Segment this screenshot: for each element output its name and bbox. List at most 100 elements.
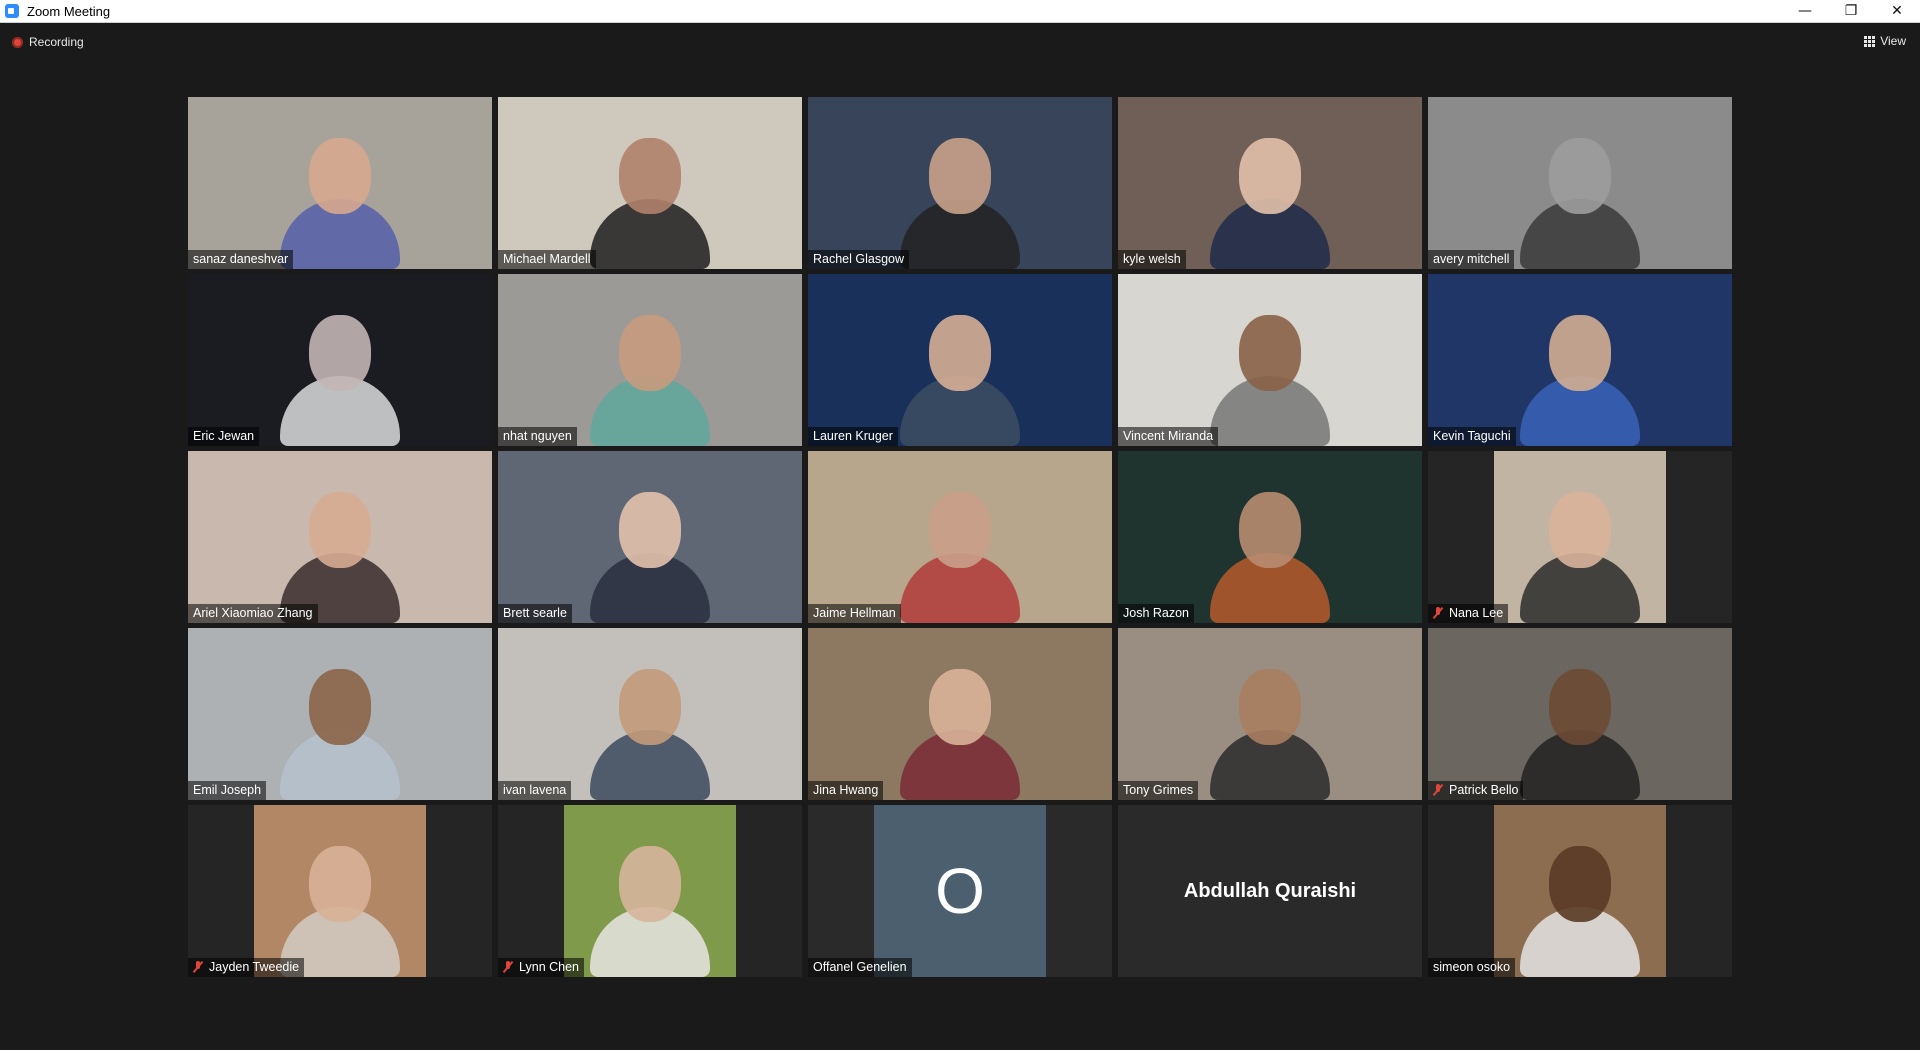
participant-video bbox=[498, 97, 802, 269]
participant-name-label: Emil Joseph bbox=[188, 781, 267, 800]
participant-video bbox=[1118, 274, 1422, 446]
participant-tile[interactable]: nhat nguyen bbox=[498, 274, 802, 446]
participant-video bbox=[254, 805, 426, 977]
view-label: View bbox=[1880, 34, 1906, 48]
participant-head bbox=[929, 669, 991, 745]
participant-name-label: Jayden Tweedie bbox=[188, 958, 305, 977]
participant-tile[interactable]: ivan lavena bbox=[498, 628, 802, 800]
participant-name: Eric Jewan bbox=[193, 429, 255, 443]
participant-name-label: Josh Razon bbox=[1118, 604, 1195, 623]
participant-name: avery mitchell bbox=[1433, 252, 1510, 266]
participant-name: Jina Hwang bbox=[813, 783, 879, 797]
restore-button[interactable]: ❐ bbox=[1828, 0, 1874, 22]
participant-tile[interactable]: Josh Razon bbox=[1118, 451, 1422, 623]
participant-tile[interactable]: Brett searle bbox=[498, 451, 802, 623]
participant-tile[interactable]: Kevin Taguchi bbox=[1428, 274, 1732, 446]
gallery-view: sanaz daneshvar Michael Mardell Rachel Gla… bbox=[188, 97, 1732, 978]
participant-tile[interactable]: avery mitchell bbox=[1428, 97, 1732, 269]
participant-name-label: Tony Grimes bbox=[1118, 781, 1199, 800]
participant-head bbox=[1239, 492, 1301, 568]
participant-video bbox=[1428, 274, 1732, 446]
participant-video bbox=[188, 274, 492, 446]
participant-video bbox=[808, 97, 1112, 269]
mic-muted-icon bbox=[193, 961, 203, 973]
participant-head bbox=[309, 315, 371, 391]
participant-tile[interactable]: O Offanel Genelien bbox=[808, 805, 1112, 977]
avatar-letter: O bbox=[935, 855, 985, 927]
window-controls: — ❐ ✕ bbox=[1782, 0, 1920, 22]
participant-tile[interactable]: Lynn Chen bbox=[498, 805, 802, 977]
participant-name: Jaime Hellman bbox=[813, 606, 896, 620]
participant-name: Jayden Tweedie bbox=[209, 960, 300, 974]
participant-head bbox=[309, 846, 371, 922]
minimize-button[interactable]: — bbox=[1782, 0, 1828, 22]
participant-video bbox=[498, 628, 802, 800]
participant-tile[interactable]: simeon osoko bbox=[1428, 805, 1732, 977]
participant-head bbox=[619, 846, 681, 922]
participant-head bbox=[309, 669, 371, 745]
close-button[interactable]: ✕ bbox=[1874, 0, 1920, 22]
participant-head bbox=[309, 492, 371, 568]
participant-name-label: Jina Hwang bbox=[808, 781, 884, 800]
participant-video bbox=[188, 628, 492, 800]
participant-head bbox=[929, 138, 991, 214]
participant-tile[interactable]: Jayden Tweedie bbox=[188, 805, 492, 977]
zoom-app-icon bbox=[5, 4, 19, 18]
participant-name-label: Eric Jewan bbox=[188, 427, 260, 446]
participant-tile[interactable]: Abdullah Quraishi bbox=[1118, 805, 1422, 977]
participant-name-label: Patrick Bello bbox=[1428, 781, 1524, 800]
participant-tile[interactable]: Patrick Bello bbox=[1428, 628, 1732, 800]
participant-name: Michael Mardell bbox=[503, 252, 591, 266]
participant-tile[interactable]: Michael Mardell bbox=[498, 97, 802, 269]
participant-name: Brett searle bbox=[503, 606, 567, 620]
participant-name: nhat nguyen bbox=[503, 429, 572, 443]
participant-name: Emil Joseph bbox=[193, 783, 262, 797]
participant-head bbox=[1549, 138, 1611, 214]
view-button[interactable]: View bbox=[1864, 34, 1906, 48]
participant-name-label: Michael Mardell bbox=[498, 250, 596, 269]
participant-name: Nana Lee bbox=[1449, 606, 1504, 620]
participant-tile[interactable]: Ariel Xiaomiao Zhang bbox=[188, 451, 492, 623]
participant-video bbox=[808, 628, 1112, 800]
participant-name: sanaz daneshvar bbox=[193, 252, 289, 266]
participant-tile[interactable]: Jina Hwang bbox=[808, 628, 1112, 800]
participant-name: Patrick Bello bbox=[1449, 783, 1519, 797]
participant-tile[interactable]: Nana Lee bbox=[1428, 451, 1732, 623]
participant-name-label: Rachel Glasgow bbox=[808, 250, 910, 269]
participant-name-display: Abdullah Quraishi bbox=[1183, 879, 1357, 902]
participant-name: Rachel Glasgow bbox=[813, 252, 905, 266]
participant-tile[interactable]: Rachel Glasgow bbox=[808, 97, 1112, 269]
participant-name-label: Lynn Chen bbox=[498, 958, 584, 977]
window-title: Zoom Meeting bbox=[27, 3, 111, 19]
participant-head bbox=[619, 138, 681, 214]
participant-tile[interactable]: Lauren Kruger bbox=[808, 274, 1112, 446]
participant-video bbox=[1494, 805, 1666, 977]
participant-name: simeon osoko bbox=[1433, 960, 1511, 974]
participant-tile[interactable]: Eric Jewan bbox=[188, 274, 492, 446]
mic-muted-icon bbox=[1433, 607, 1443, 619]
participant-head bbox=[619, 669, 681, 745]
participant-tile[interactable]: sanaz daneshvar bbox=[188, 97, 492, 269]
participant-tile[interactable]: Tony Grimes bbox=[1118, 628, 1422, 800]
participant-name-label: Offanel Genelien bbox=[808, 958, 912, 977]
title-bar: Zoom Meeting — ❐ ✕ bbox=[0, 0, 1920, 23]
participant-name-label: nhat nguyen bbox=[498, 427, 577, 446]
participant-tile[interactable]: Vincent Miranda bbox=[1118, 274, 1422, 446]
participant-name-label: Jaime Hellman bbox=[808, 604, 901, 623]
participant-tile[interactable]: kyle welsh bbox=[1118, 97, 1422, 269]
participant-name: Josh Razon bbox=[1123, 606, 1190, 620]
participant-head bbox=[619, 492, 681, 568]
participant-name-label: kyle welsh bbox=[1118, 250, 1186, 269]
participant-tile[interactable]: Jaime Hellman bbox=[808, 451, 1112, 623]
participant-head bbox=[1549, 846, 1611, 922]
participant-head bbox=[929, 315, 991, 391]
participant-head bbox=[1549, 669, 1611, 745]
participant-name: Offanel Genelien bbox=[813, 960, 907, 974]
participant-head bbox=[1239, 138, 1301, 214]
participant-name-label: Brett searle bbox=[498, 604, 572, 623]
participant-video bbox=[1118, 628, 1422, 800]
participant-tile[interactable]: Emil Joseph bbox=[188, 628, 492, 800]
participant-name-label: Kevin Taguchi bbox=[1428, 427, 1516, 446]
recording-indicator[interactable]: Recording bbox=[12, 35, 84, 49]
participant-head bbox=[1549, 315, 1611, 391]
